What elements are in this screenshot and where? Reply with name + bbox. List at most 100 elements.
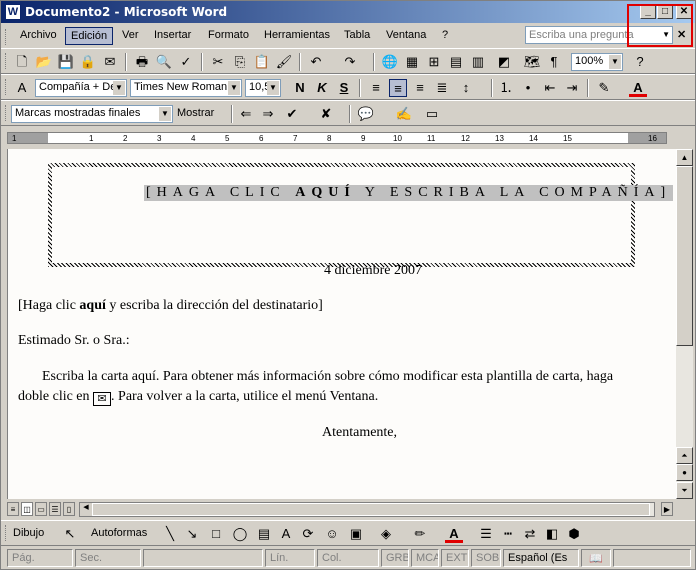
toolbar-grip[interactable] [5, 79, 8, 95]
textbox-icon[interactable]: ▤ [255, 525, 273, 543]
date-field[interactable]: 4 diciembre 2007 [324, 263, 422, 279]
menu-herramientas[interactable]: Herramientas [259, 27, 335, 45]
status-ext[interactable]: EXT [441, 549, 469, 567]
spelling-icon[interactable]: ✓ [177, 53, 195, 71]
increase-indent-icon[interactable]: ⇥ [563, 79, 581, 97]
arrow-style-icon[interactable]: ⇄ [521, 525, 539, 543]
format-painter-icon[interactable]: 🖌 [275, 53, 293, 71]
oval-icon[interactable]: ◯ [231, 525, 249, 543]
menu-insertar[interactable]: Insertar [149, 27, 196, 45]
show-hide-icon[interactable]: ¶ [545, 53, 563, 71]
accept-change-icon[interactable]: ✔ [283, 105, 301, 123]
style-select[interactable]: Compañía + De ▼ [35, 79, 127, 97]
status-track[interactable]: MCA [411, 549, 439, 567]
close-button[interactable]: ✕ [676, 5, 692, 19]
email-icon[interactable]: ✉ [101, 53, 119, 71]
spelling-status-icon[interactable]: 📖 [581, 549, 611, 567]
chevron-down-icon[interactable]: ▼ [228, 81, 240, 95]
align-right-icon[interactable]: ≡ [411, 79, 429, 97]
horizontal-ruler[interactable]: 1 1 2 3 4 5 6 7 8 9 10 11 12 13 14 15 16 [1, 128, 695, 148]
diagram-icon[interactable]: ⟳ [299, 525, 317, 543]
hyperlink-icon[interactable]: 🌐 [381, 53, 399, 71]
print-layout-icon[interactable]: ▭ [35, 502, 47, 516]
display-for-review-select[interactable]: Marcas mostradas finales ▼ [11, 105, 173, 123]
status-page[interactable]: Pág. [7, 549, 73, 567]
menu-archivo[interactable]: Archivo [15, 27, 62, 45]
3d-icon[interactable]: ⬢ [565, 525, 583, 543]
menu-formato[interactable]: Formato [203, 27, 254, 45]
clipart-icon[interactable]: ☺ [323, 525, 341, 543]
draw-menu-button[interactable]: Dibujo [13, 527, 44, 539]
status-line[interactable]: Lín. [265, 549, 315, 567]
previous-change-icon[interactable]: ⇐ [237, 105, 255, 123]
insert-excel-icon[interactable]: ▤ [447, 53, 465, 71]
company-frame[interactable]: [HAGA CLIC AQUÍ Y ESCRIBA LA COMPAÑÍA] [48, 163, 674, 267]
outline-view-icon[interactable]: ☰ [49, 502, 61, 516]
open-folder-icon[interactable]: 📂 [35, 53, 53, 71]
copy-icon[interactable]: ⎘ [231, 53, 249, 71]
chevron-down-icon[interactable]: ▼ [609, 55, 621, 69]
decrease-indent-icon[interactable]: ⇤ [541, 79, 559, 97]
picture-icon[interactable]: ▣ [347, 525, 365, 543]
previous-page-button[interactable]: ⏶ [676, 447, 693, 464]
reading-layout-icon[interactable]: ▯ [63, 502, 75, 516]
reject-change-icon[interactable]: ✘ [317, 105, 335, 123]
word-app-icon[interactable]: W [5, 4, 21, 20]
web-layout-icon[interactable]: ◫ [21, 502, 33, 516]
dash-style-icon[interactable]: ┅ [499, 525, 517, 543]
status-ovr[interactable]: SOB [471, 549, 501, 567]
wordart-icon[interactable]: A [277, 525, 295, 543]
undo-icon[interactable]: ↶ [307, 53, 325, 71]
recipient-placeholder[interactable]: [Haga clic aquí y escriba la dirección d… [18, 298, 323, 314]
status-language[interactable]: Español (Es [503, 549, 579, 567]
browse-object-button[interactable]: ● [676, 464, 693, 481]
chevron-down-icon[interactable]: ▼ [159, 107, 171, 121]
font-color-icon[interactable]: A [629, 79, 647, 97]
chevron-down-icon[interactable]: ▼ [267, 81, 279, 95]
rectangle-icon[interactable]: □ [207, 525, 225, 543]
columns-icon[interactable]: ▥ [469, 53, 487, 71]
envelope-icon[interactable]: ✉ [93, 392, 112, 406]
line-color-icon[interactable]: ✏ [411, 525, 429, 543]
cut-icon[interactable]: ✂ [209, 53, 227, 71]
reviewing-pane-icon[interactable]: ▭ [423, 105, 441, 123]
normal-view-icon[interactable]: ≡ [7, 502, 19, 516]
document-map-icon[interactable]: 🗺 [523, 53, 541, 71]
chevron-down-icon[interactable]: ▼ [113, 81, 125, 95]
styles-icon[interactable]: A [13, 79, 31, 97]
insert-table-icon[interactable]: ⊞ [425, 53, 443, 71]
scroll-left-button[interactable]: ◀ [80, 503, 92, 516]
permission-icon[interactable]: 🔒 [79, 53, 97, 71]
autoshapes-menu-button[interactable]: Autoformas [91, 527, 147, 539]
status-rec[interactable]: GRB [381, 549, 409, 567]
menu-ver[interactable]: Ver [117, 27, 144, 45]
line-style-icon[interactable]: ☰ [477, 525, 495, 543]
scroll-right-button[interactable]: ▶ [661, 502, 673, 516]
status-position[interactable] [143, 549, 263, 567]
next-change-icon[interactable]: ⇒ [259, 105, 277, 123]
save-icon[interactable]: 💾 [57, 53, 75, 71]
align-left-icon[interactable]: ≡ [367, 79, 385, 97]
justify-icon[interactable]: ≣ [433, 79, 451, 97]
align-center-icon[interactable]: ≡ [389, 79, 407, 97]
underline-button[interactable]: S [335, 79, 353, 97]
font-size-select[interactable]: 10,5 ▼ [245, 79, 281, 97]
horizontal-scroll-thumb[interactable] [92, 503, 650, 516]
minimize-button[interactable]: _ [640, 5, 656, 19]
new-document-icon[interactable]: 🗋 [13, 53, 31, 71]
line-spacing-icon[interactable]: ↕ [457, 79, 475, 97]
bullets-icon[interactable]: • [519, 79, 537, 97]
print-icon[interactable]: 🖶 [133, 53, 151, 71]
numbering-icon[interactable]: ⒈ [497, 79, 515, 97]
help-icon[interactable]: ? [631, 53, 649, 71]
show-menu-button[interactable]: Mostrar [177, 107, 214, 119]
scroll-up-button[interactable]: ▲ [676, 149, 693, 166]
menu-ventana[interactable]: Ventana [381, 27, 431, 45]
toolbar-grip[interactable] [5, 525, 8, 541]
vertical-scrollbar[interactable]: ▲ ⏶ ● ⏷ [676, 149, 693, 499]
ask-question-input[interactable]: Escriba una pregunta ▼ [525, 26, 673, 44]
chevron-down-icon[interactable]: ▼ [662, 30, 670, 39]
document-close-button[interactable]: ✕ [677, 28, 686, 41]
fill-color-icon[interactable]: ◈ [377, 525, 395, 543]
document-page[interactable]: [HAGA CLIC AQUÍ Y ESCRIBA LA COMPAÑÍA] 4… [7, 149, 676, 499]
